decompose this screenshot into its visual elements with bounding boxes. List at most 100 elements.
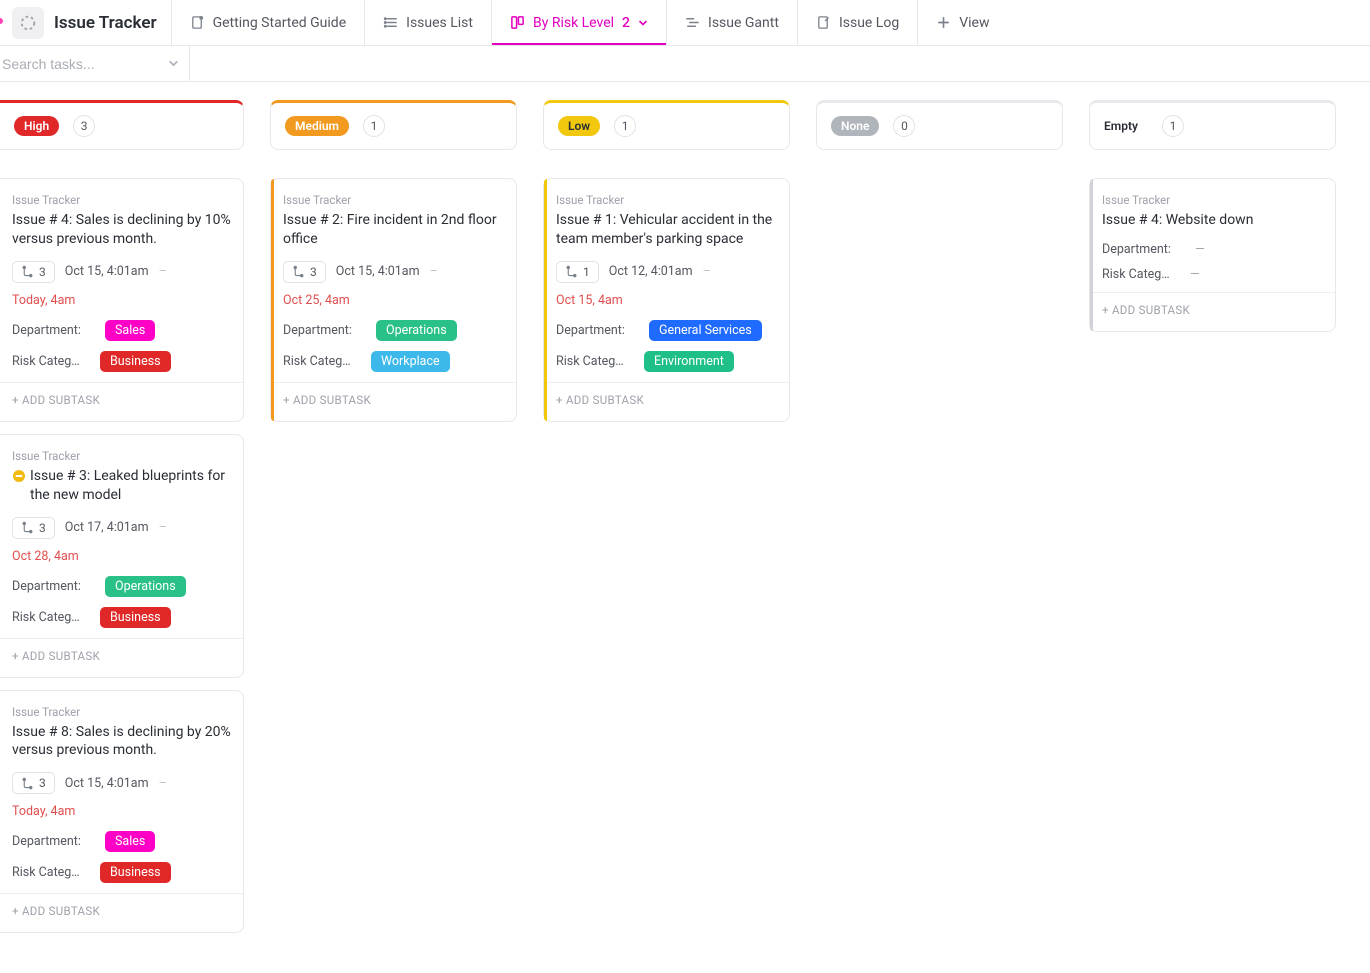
add-subtask-button[interactable]: + ADD SUBTASK bbox=[556, 383, 777, 415]
column-header[interactable]: High3 bbox=[0, 100, 244, 150]
issue-card[interactable]: Issue Tracker Issue # 2: Fire incident in… bbox=[270, 178, 517, 422]
kanban-board: High3Issue TrackerIssue # 4: Sales is de… bbox=[0, 82, 1370, 973]
add-subtask-button[interactable]: + ADD SUBTASK bbox=[12, 383, 231, 415]
department-tag[interactable]: Sales bbox=[105, 320, 155, 341]
column-pill: None bbox=[831, 116, 879, 136]
doc-pin-icon bbox=[190, 15, 205, 30]
tab-label: Issue Gantt bbox=[708, 15, 779, 31]
card-source: Issue Tracker bbox=[1102, 193, 1323, 207]
department-tag[interactable]: Operations bbox=[376, 320, 457, 341]
department-tag[interactable]: Operations bbox=[105, 576, 186, 597]
department-label: Department: bbox=[556, 323, 641, 338]
card-accent bbox=[544, 179, 547, 421]
department-row: Department: Operations bbox=[12, 576, 231, 597]
risk-empty[interactable]: — bbox=[1190, 267, 1200, 282]
risk-tag[interactable]: Workplace bbox=[371, 351, 450, 372]
tab-label: Issue Log bbox=[839, 15, 899, 31]
column-count: 1 bbox=[363, 115, 385, 137]
add-subtask-button[interactable]: + ADD SUBTASK bbox=[12, 894, 231, 926]
tab-issue-gantt[interactable]: Issue Gantt bbox=[667, 0, 798, 45]
column-medium: Medium1 Issue Tracker Issue # 2: Fire inci… bbox=[270, 100, 517, 422]
issue-card[interactable]: Issue TrackerIssue # 4: Sales is declini… bbox=[0, 178, 244, 422]
dashed-circle-icon bbox=[19, 14, 37, 32]
subtask-count: 3 bbox=[39, 521, 46, 535]
risk-label: Risk Categ… bbox=[12, 354, 92, 369]
department-label: Department: bbox=[283, 323, 368, 338]
date-start: Oct 17, 4:01am bbox=[65, 520, 149, 535]
date-end: Today, 4am bbox=[12, 804, 75, 819]
date-dash: – bbox=[159, 264, 167, 279]
add-subtask-button[interactable]: + ADD SUBTASK bbox=[1102, 293, 1323, 325]
column-pill: High bbox=[14, 116, 59, 136]
tab-badge: 2 bbox=[622, 15, 630, 31]
date-end: Oct 15, 4am bbox=[556, 293, 623, 308]
cards-list: Issue TrackerIssue # 4: Sales is declini… bbox=[0, 178, 244, 933]
issue-card[interactable]: Issue Tracker Issue # 1: Vehicular accide… bbox=[543, 178, 790, 422]
doc-edit-icon bbox=[816, 15, 831, 30]
issue-card[interactable]: Issue TrackerIssue # 4: Website downDepa… bbox=[1089, 178, 1336, 332]
subtask-chip[interactable]: 3 bbox=[12, 261, 55, 283]
cards-list: Issue TrackerIssue # 4: Website downDepa… bbox=[1089, 178, 1336, 332]
department-empty[interactable]: — bbox=[1195, 242, 1205, 257]
add-subtask-button[interactable]: + ADD SUBTASK bbox=[12, 639, 231, 671]
column-header[interactable]: Low1 bbox=[543, 100, 790, 150]
department-label: Department: bbox=[12, 579, 97, 594]
date-start: Oct 12, 4:01am bbox=[609, 264, 693, 279]
column-header[interactable]: Medium1 bbox=[270, 100, 517, 150]
subtask-count: 3 bbox=[310, 265, 317, 279]
tab-getting-started[interactable]: Getting Started Guide bbox=[172, 0, 366, 45]
risk-row: Risk Categ… Workplace bbox=[283, 351, 504, 372]
toolbar-row bbox=[0, 46, 1370, 82]
tab-label: By Risk Level bbox=[533, 15, 614, 31]
card-meta-row: 3Oct 15, 4:01am–Today, 4am bbox=[12, 772, 231, 819]
issue-card[interactable]: Issue TrackerIssue # 3: Leaked blueprint… bbox=[0, 434, 244, 678]
tab-add-view[interactable]: View bbox=[918, 0, 1007, 45]
subtask-chip[interactable]: 3 bbox=[12, 772, 55, 794]
list-logo[interactable] bbox=[12, 7, 44, 39]
cards-list: Issue Tracker Issue # 1: Vehicular accide… bbox=[543, 178, 790, 422]
tab-by-risk-level[interactable]: By Risk Level 2 bbox=[492, 0, 667, 45]
column-pill: Empty bbox=[1104, 116, 1148, 136]
risk-label: Risk Categ… bbox=[12, 865, 92, 880]
column-low: Low1 Issue Tracker Issue # 1: Vehicular ac… bbox=[543, 100, 790, 422]
issue-card[interactable]: Issue TrackerIssue # 8: Sales is declini… bbox=[0, 690, 244, 934]
column-high: High3Issue TrackerIssue # 4: Sales is de… bbox=[0, 100, 244, 933]
column-count: 1 bbox=[614, 115, 636, 137]
tab-issue-log[interactable]: Issue Log bbox=[798, 0, 918, 45]
tab-issues-list[interactable]: Issues List bbox=[365, 0, 492, 45]
date-dash: – bbox=[703, 264, 711, 279]
search-wrap[interactable] bbox=[0, 46, 190, 81]
card-source: Issue Tracker bbox=[556, 193, 777, 207]
risk-tag[interactable]: Business bbox=[100, 862, 171, 883]
card-meta-row: 1 Oct 12, 4:01am– Oct 15, 4am bbox=[556, 261, 777, 308]
department-row: Department: General Services bbox=[556, 320, 777, 341]
column-header[interactable]: Empty1 bbox=[1089, 100, 1336, 150]
department-tag[interactable]: General Services bbox=[649, 320, 762, 341]
chevron-down-icon[interactable] bbox=[168, 58, 179, 69]
card-title: Issue # 4: Sales is declining by 10% ver… bbox=[12, 211, 231, 249]
card-title: Issue # 1: Vehicular accident in the tea… bbox=[556, 211, 777, 249]
risk-tag[interactable]: Business bbox=[100, 607, 171, 628]
card-meta-row: 3Oct 17, 4:01am–Oct 28, 4am bbox=[12, 517, 231, 564]
risk-row: Risk Categ…Environment bbox=[556, 351, 777, 372]
subtask-chip[interactable]: 3 bbox=[283, 261, 326, 283]
date-dash: – bbox=[159, 520, 167, 535]
department-tag[interactable]: Sales bbox=[105, 831, 155, 852]
card-title: Issue # 2: Fire incident in 2nd floor of… bbox=[283, 211, 504, 249]
risk-tag[interactable]: Business bbox=[100, 351, 171, 372]
card-source: Issue Tracker bbox=[283, 193, 504, 207]
card-meta-row: 3Oct 15, 4:01am–Oct 25, 4am bbox=[283, 261, 504, 308]
risk-tag[interactable]: Environment bbox=[644, 351, 734, 372]
search-input[interactable] bbox=[2, 56, 162, 72]
subtask-chip[interactable]: 1 bbox=[556, 261, 599, 283]
risk-label: Risk Categ… bbox=[12, 610, 92, 625]
subtask-chip[interactable]: 3 bbox=[12, 517, 55, 539]
chevron-down-icon bbox=[638, 18, 648, 28]
card-title: Issue # 4: Website down bbox=[1102, 211, 1323, 230]
add-subtask-button[interactable]: + ADD SUBTASK bbox=[283, 383, 504, 415]
column-header[interactable]: None0 bbox=[816, 100, 1063, 150]
risk-label: Risk Categ… bbox=[283, 354, 363, 369]
card-title-text: Issue # 3: Leaked blueprints for the new… bbox=[30, 467, 231, 505]
date-end: Oct 25, 4am bbox=[283, 293, 350, 308]
tab-label: Getting Started Guide bbox=[213, 15, 347, 31]
